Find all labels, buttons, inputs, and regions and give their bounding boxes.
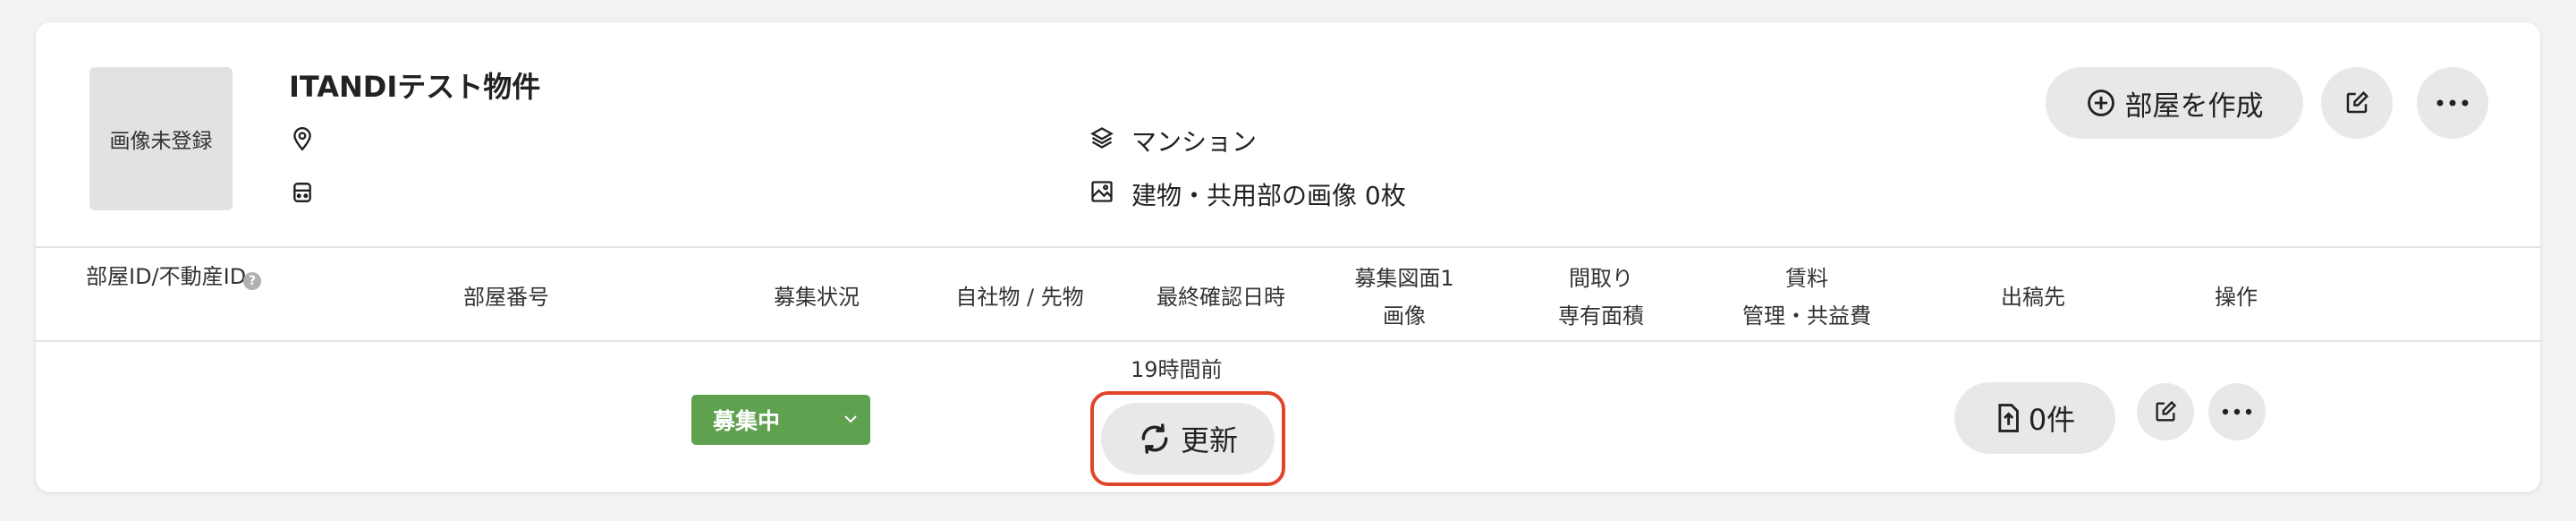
th-recruit-status: 募集状況 [774, 285, 860, 310]
refresh-icon [1138, 422, 1172, 456]
publish-count-button[interactable]: 0件 [1954, 382, 2115, 454]
last-confirmed-ago: 19時間前 [1131, 357, 1223, 382]
th-layout-line2: 専有面積 [1558, 303, 1644, 329]
more-icon [2221, 407, 2253, 416]
building-images-label: 建物・共用部の画像 0枚 [1131, 181, 1406, 210]
th-layout-line1: 間取り [1569, 266, 1633, 291]
th-floorplan-line2: 画像 [1383, 303, 1426, 329]
property-card: 画像未登録 ITANDIテスト物件 マンション 建物・共用部の画像 0枚 部屋を… [36, 22, 2540, 492]
recruit-status-select[interactable]: 募集中 [691, 395, 870, 445]
th-floorplan-line1: 募集図面1 [1354, 266, 1454, 291]
th-room-id: 部屋ID/不動産ID [86, 264, 265, 289]
chevron-down-icon [840, 408, 861, 430]
edit-icon [2343, 90, 2370, 116]
property-edit-button[interactable] [2321, 67, 2393, 139]
table-header-divider [36, 340, 2540, 342]
room-edit-button[interactable] [2137, 383, 2194, 440]
th-operations: 操作 [2215, 285, 2258, 310]
th-floorplan: 募集図面1 画像 [1324, 260, 1485, 335]
refresh-button[interactable]: 更新 [1101, 403, 1275, 474]
property-thumbnail: 画像未登録 [89, 67, 233, 210]
th-publish-to: 出稿先 [2001, 285, 2065, 310]
publish-count: 0件 [2028, 403, 2076, 437]
th-room-number: 部屋番号 [463, 285, 549, 310]
recruit-status-value: 募集中 [713, 408, 781, 434]
help-icon[interactable]: ? [243, 272, 261, 290]
refresh-label: 更新 [1180, 423, 1238, 457]
file-upload-icon [1995, 403, 2021, 433]
th-room-id-label: 部屋ID/不動産ID [86, 264, 247, 289]
th-rent: 賃料 管理・共益費 [1717, 260, 1896, 335]
create-room-button[interactable]: 部屋を作成 [2046, 67, 2303, 139]
th-last-confirmed: 最終確認日時 [1157, 285, 1285, 310]
create-room-label: 部屋を作成 [2124, 90, 2264, 123]
th-own-or-ahead: 自社物 / 先物 [955, 285, 1084, 310]
image-icon [1089, 178, 1115, 205]
edit-icon [2153, 399, 2178, 424]
property-more-button[interactable] [2417, 67, 2488, 139]
layers-icon [1089, 124, 1115, 151]
location-pin-icon [289, 125, 316, 152]
th-layout: 間取り 専有面積 [1521, 260, 1682, 335]
th-rent-line1: 賃料 [1785, 266, 1828, 291]
train-icon [289, 179, 316, 206]
more-icon [2435, 98, 2470, 107]
property-name: ITANDIテスト物件 [289, 70, 541, 104]
header-divider [36, 246, 2540, 248]
building-type: マンション [1131, 127, 1258, 157]
th-rent-line2: 管理・共益費 [1742, 303, 1871, 329]
room-more-button[interactable] [2208, 383, 2266, 440]
plus-circle-icon [2086, 88, 2116, 118]
thumbnail-label: 画像未登録 [109, 130, 213, 153]
